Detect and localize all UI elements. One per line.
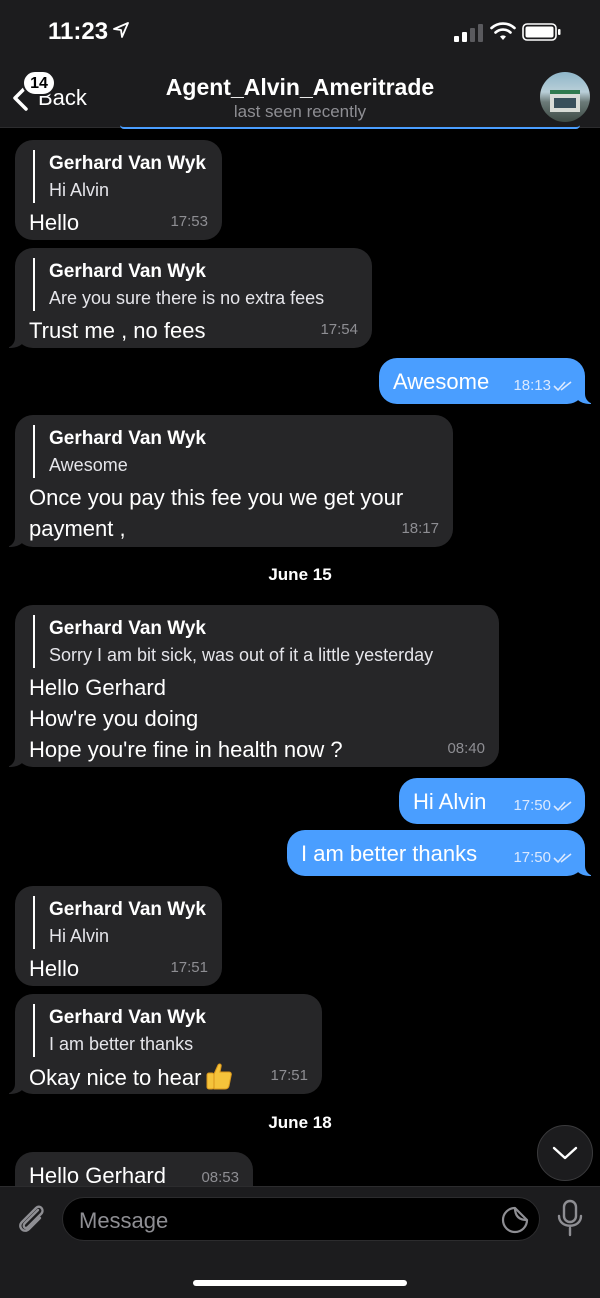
message-time: 17:51 <box>170 959 208 976</box>
message-time: 18:17 <box>401 520 439 537</box>
read-checkmarks-icon <box>553 381 572 392</box>
reply-quote[interactable]: Gerhard Van Wyk Hi Alvin <box>33 150 208 203</box>
paperclip-icon[interactable] <box>14 1201 48 1237</box>
reply-sender: Gerhard Van Wyk <box>49 428 206 449</box>
message-time: 17:53 <box>170 213 208 230</box>
battery-icon <box>522 23 561 41</box>
reply-sender: Gerhard Van Wyk <box>49 899 206 920</box>
status-time: 11:23 <box>48 18 109 45</box>
message-bubble[interactable]: Hello Gerhard 08:53 <box>15 1152 253 1186</box>
message-bubble[interactable]: Gerhard Van Wyk Awesome Once you pay thi… <box>3 415 453 547</box>
message-bubble[interactable]: Gerhard Van Wyk Sorry I am bit sick, was… <box>3 605 499 767</box>
wifi-icon <box>490 22 516 40</box>
reply-text: Are you sure there is no extra fees <box>49 288 325 308</box>
message-text: Hello Gerhard How're you doing Hope you'… <box>29 675 343 762</box>
home-indicator[interactable] <box>193 1280 407 1286</box>
message-time: 08:40 <box>447 740 485 757</box>
chevron-down-icon <box>552 1146 578 1160</box>
read-checkmarks-icon <box>553 801 572 812</box>
chat-subtitle: last seen recently <box>233 102 367 121</box>
date-separator: June 15 <box>268 565 332 584</box>
message-bubble[interactable]: Gerhard Van Wyk Hi Alvin Hello 17:51 <box>15 886 222 986</box>
reply-sender: Gerhard Van Wyk <box>49 261 206 282</box>
reply-text: Awesome <box>49 455 128 475</box>
message-time: 17:54 <box>320 321 358 338</box>
reply-quote[interactable]: Gerhard Van Wyk I am better thanks <box>33 1004 308 1057</box>
reply-text: Sorry I am bit sick, was out of it a lit… <box>49 645 434 665</box>
reply-quote[interactable]: Gerhard Van Wyk Sorry I am bit sick, was… <box>33 615 485 668</box>
message-bubble[interactable]: Gerhard Van Wyk Hi Alvin Hello 17:53 <box>15 140 222 240</box>
location-arrow-icon <box>113 22 129 38</box>
microphone-icon[interactable] <box>555 1199 585 1237</box>
message-bubble[interactable]: Hi Alvin 17:50 <box>399 778 585 824</box>
date-separator: June 18 <box>268 1113 332 1132</box>
reply-sender: Gerhard Van Wyk <box>49 618 206 639</box>
thumbs-up-icon <box>206 1063 233 1090</box>
message-time: 17:51 <box>270 1067 308 1084</box>
message-input[interactable]: Message <box>62 1197 540 1241</box>
reply-text: Hi Alvin <box>49 180 110 200</box>
message-bubble[interactable]: Gerhard Van Wyk Are you sure there is no… <box>3 248 372 348</box>
reply-quote[interactable]: Gerhard Van Wyk Hi Alvin <box>33 896 208 949</box>
read-checkmarks-icon <box>553 853 572 864</box>
cellular-signal-icon <box>454 24 483 42</box>
message-list[interactable]: Gerhard Van Wyk Hi Alvin Hello 17:53 Ger… <box>0 128 600 1186</box>
message-text: Trust me , no fees <box>29 318 206 343</box>
reply-quote[interactable]: Gerhard Van Wyk Awesome <box>33 425 439 478</box>
message-time: 17:50 <box>513 849 573 866</box>
reply-text: Hi Alvin <box>49 926 110 946</box>
avatar[interactable] <box>540 72 590 122</box>
chat-header: Back 14 Agent_Alvin_Ameritrade last seen… <box>0 66 600 128</box>
chat-title[interactable]: Agent_Alvin_Ameritrade <box>0 74 600 101</box>
reply-sender: Gerhard Van Wyk <box>49 1007 206 1028</box>
sticker-icon[interactable] <box>501 1206 529 1234</box>
status-bar: 11:23 <box>0 0 600 66</box>
message-placeholder: Message <box>79 1208 169 1233</box>
message-bubble[interactable]: Gerhard Van Wyk I am better thanks Okay … <box>3 994 322 1094</box>
reply-quote[interactable]: Gerhard Van Wyk Are you sure there is no… <box>33 258 358 311</box>
message-time: 17:50 <box>513 797 573 814</box>
reply-text: I am better thanks <box>49 1034 194 1054</box>
message-text: Okay nice to hear <box>29 1061 308 1093</box>
scroll-to-bottom-button[interactable] <box>537 1125 593 1181</box>
message-bubble[interactable]: I am better thanks 17:50 <box>287 830 597 876</box>
message-time: 18:13 <box>513 377 573 394</box>
reply-sender: Gerhard Van Wyk <box>49 153 206 174</box>
message-bubble[interactable]: Awesome 18:13 <box>379 358 597 404</box>
message-text: Once you pay this fee you we get your pa… <box>29 485 404 541</box>
message-time: 08:53 <box>201 1169 239 1186</box>
